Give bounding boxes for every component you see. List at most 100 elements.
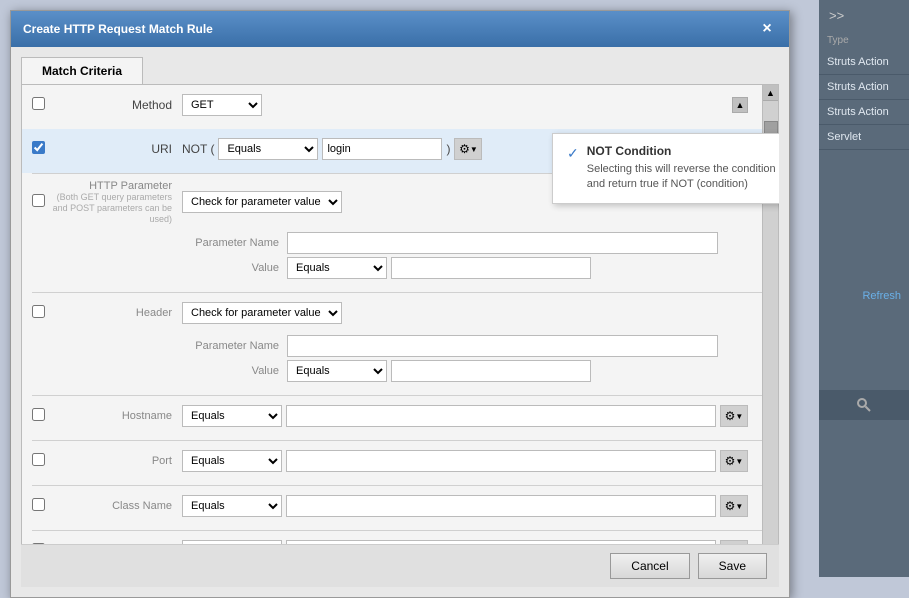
- servlet-name-checkbox-cell: [32, 543, 52, 544]
- dialog-close-button[interactable]: ×: [757, 19, 777, 39]
- hostname-gear-icon: ⚙: [725, 409, 736, 423]
- gear-dropdown-icon: ▼: [470, 145, 478, 154]
- dialog-title: Create HTTP Request Match Rule: [23, 22, 213, 36]
- scroll-up-arrow[interactable]: ▲: [763, 85, 778, 101]
- http-param-value-label: Value: [187, 262, 287, 274]
- dialog-header: Create HTTP Request Match Rule ×: [11, 11, 789, 47]
- hostname-section: Hostname EqualsContains ⚙ ▼: [22, 396, 778, 440]
- create-match-rule-dialog: Create HTTP Request Match Rule × Match C…: [10, 10, 790, 598]
- header-check-select[interactable]: Check for parameter value: [182, 302, 342, 324]
- class-name-controls: EqualsContains ⚙ ▼: [182, 495, 748, 517]
- http-param-name-input[interactable]: [287, 232, 718, 254]
- gear-icon: ⚙: [459, 142, 470, 156]
- port-row: Port EqualsContains ⚙ ▼: [32, 447, 748, 475]
- header-value-select[interactable]: EqualsContains: [287, 360, 387, 382]
- class-gear-icon: ⚙: [725, 499, 736, 513]
- servlet-equals-select[interactable]: EqualsContains: [182, 540, 282, 544]
- method-label: Method: [52, 98, 182, 112]
- http-param-checkbox-cell: [32, 194, 52, 210]
- hostname-checkbox[interactable]: [32, 408, 45, 421]
- http-param-note: (Both GET query parameters and POST para…: [52, 192, 172, 224]
- class-name-label: Class Name: [52, 500, 182, 512]
- http-param-label-group: HTTP Parameter (Both GET query parameter…: [52, 180, 182, 224]
- header-name-input[interactable]: [287, 335, 718, 357]
- sidebar-item-1[interactable]: Struts Action: [819, 75, 909, 100]
- uri-value-input[interactable]: [322, 138, 442, 160]
- method-checkbox[interactable]: [32, 97, 45, 110]
- header-checkbox-cell: [32, 305, 52, 321]
- tab-bar: Match Criteria: [21, 57, 779, 84]
- tooltip-check-icon[interactable]: ✓: [567, 145, 579, 162]
- http-param-check-select[interactable]: Check for parameter value: [182, 191, 342, 213]
- header-subform: Parameter Name Value EqualsContains: [32, 331, 748, 389]
- method-select[interactable]: GET POST PUT DELETE: [182, 94, 262, 116]
- servlet-name-section: Servlet Name EqualsContains ⚙ ▼: [22, 531, 778, 544]
- not-condition-tooltip: ✓ NOT Condition Selecting this will reve…: [552, 133, 779, 204]
- method-section: Method GET POST PUT DELETE ▲: [22, 85, 778, 129]
- header-name-label: Parameter Name: [187, 340, 287, 352]
- tooltip-description: Selecting this will reverse the conditio…: [587, 162, 779, 193]
- class-equals-select[interactable]: EqualsContains: [182, 495, 282, 517]
- port-checkbox[interactable]: [32, 453, 45, 466]
- class-value-input[interactable]: [286, 495, 716, 517]
- servlet-name-checkbox[interactable]: [32, 543, 45, 544]
- right-sidebar: >> Type Struts Action Struts Action Stru…: [819, 0, 909, 577]
- port-gear-dropdown-icon: ▼: [735, 457, 743, 466]
- header-checkbox[interactable]: [32, 305, 45, 318]
- servlet-name-controls: EqualsContains ⚙ ▼: [182, 540, 748, 544]
- header-value-row: Value EqualsContains: [187, 360, 748, 382]
- save-button[interactable]: Save: [698, 553, 767, 579]
- hostname-controls: EqualsContains ⚙ ▼: [182, 405, 748, 427]
- class-name-row: Class Name EqualsContains ⚙ ▼: [32, 492, 748, 520]
- http-param-value-select[interactable]: EqualsContains: [287, 257, 387, 279]
- hostname-gear-dropdown-icon: ▼: [735, 412, 743, 421]
- class-name-checkbox-cell: [32, 498, 52, 514]
- tooltip-content: NOT Condition Selecting this will revers…: [587, 144, 779, 193]
- tooltip-title: NOT Condition: [587, 144, 779, 158]
- port-checkbox-cell: [32, 453, 52, 469]
- uri-gear-button[interactable]: ⚙ ▼: [454, 138, 482, 160]
- hostname-label: Hostname: [52, 410, 182, 422]
- http-param-subform: Parameter Name Value EqualsContains: [32, 228, 748, 286]
- dialog-body: Match Criteria Method: [11, 47, 789, 597]
- class-name-section: Class Name EqualsContains ⚙ ▼: [22, 486, 778, 530]
- hostname-gear-button[interactable]: ⚙ ▼: [720, 405, 748, 427]
- http-param-value-row: Value EqualsContains: [187, 257, 748, 279]
- search-icon: [856, 397, 872, 413]
- sidebar-type-label: Type: [819, 31, 909, 50]
- port-gear-button[interactable]: ⚙ ▼: [720, 450, 748, 472]
- sidebar-item-2[interactable]: Struts Action: [819, 100, 909, 125]
- uri-not-prefix: NOT (: [182, 142, 214, 156]
- port-equals-select[interactable]: EqualsContains: [182, 450, 282, 472]
- method-checkbox-cell: [32, 97, 52, 113]
- hostname-value-input[interactable]: [286, 405, 716, 427]
- tab-match-criteria[interactable]: Match Criteria: [21, 57, 143, 84]
- sidebar-item-0[interactable]: Struts Action: [819, 50, 909, 75]
- hostname-equals-select[interactable]: EqualsContains: [182, 405, 282, 427]
- method-controls: GET POST PUT DELETE ▲: [182, 94, 748, 116]
- class-name-checkbox[interactable]: [32, 498, 45, 511]
- servlet-value-input[interactable]: [286, 540, 716, 544]
- sidebar-refresh[interactable]: Refresh: [862, 290, 901, 302]
- content-area: Method GET POST PUT DELETE ▲: [21, 84, 779, 544]
- http-param-name-label: Parameter Name: [187, 237, 287, 249]
- http-param-checkbox[interactable]: [32, 194, 45, 207]
- method-row: Method GET POST PUT DELETE ▲: [32, 91, 748, 119]
- class-gear-dropdown-icon: ▼: [735, 502, 743, 511]
- uri-close-paren: ): [446, 142, 450, 156]
- header-value-input[interactable]: [391, 360, 591, 382]
- sidebar-search[interactable]: [819, 390, 909, 420]
- tooltip-row: ✓ NOT Condition Selecting this will reve…: [567, 144, 779, 193]
- uri-checkbox[interactable]: [32, 141, 45, 154]
- servlet-gear-button[interactable]: ⚙ ▼: [720, 540, 748, 544]
- http-param-value-input[interactable]: [391, 257, 591, 279]
- uri-equals-select[interactable]: Equals Contains Starts With Ends With Re…: [218, 138, 318, 160]
- port-value-input[interactable]: [286, 450, 716, 472]
- http-param-label: HTTP Parameter: [52, 180, 172, 192]
- scroll-up-btn[interactable]: ▲: [732, 97, 748, 113]
- class-gear-button[interactable]: ⚙ ▼: [720, 495, 748, 517]
- sidebar-arrow[interactable]: >>: [819, 0, 909, 31]
- servlet-name-row: Servlet Name EqualsContains ⚙ ▼: [32, 537, 748, 544]
- cancel-button[interactable]: Cancel: [610, 553, 689, 579]
- sidebar-item-3[interactable]: Servlet: [819, 125, 909, 150]
